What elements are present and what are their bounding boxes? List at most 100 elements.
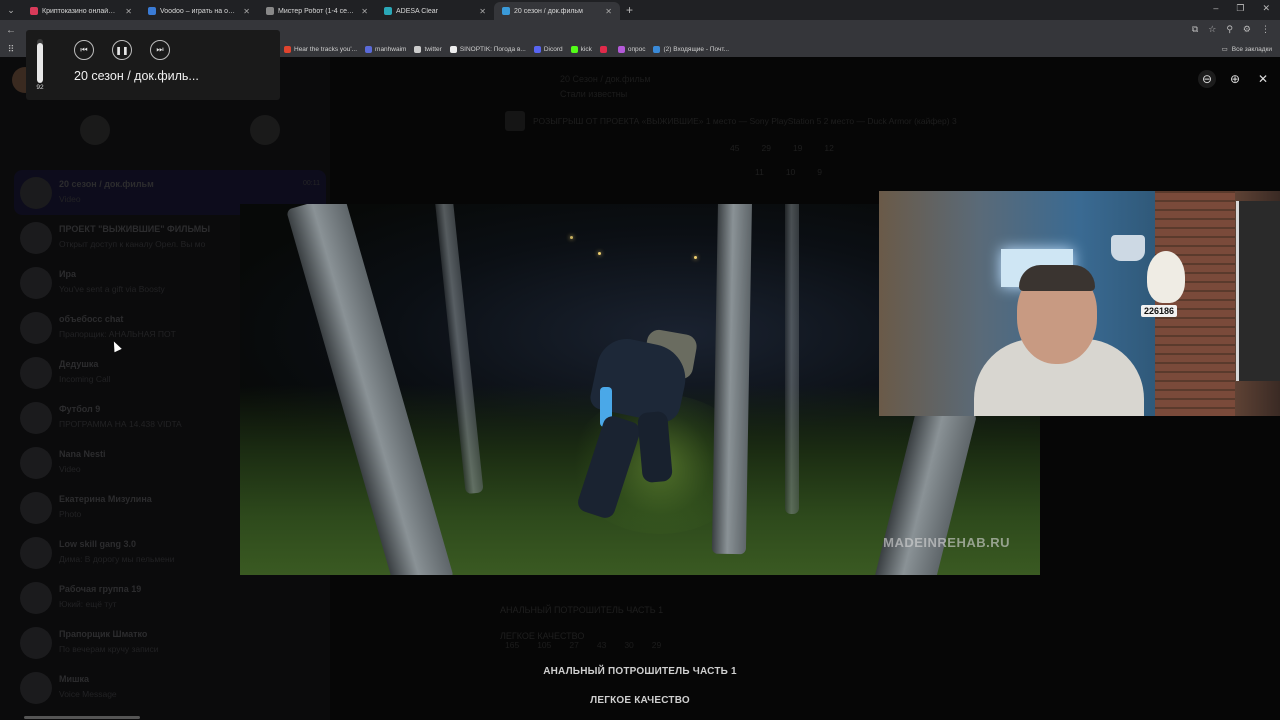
license-plate: 226186: [1141, 305, 1178, 317]
extensions-icon[interactable]: ⚲: [1226, 24, 1233, 35]
tab-close-icon[interactable]: ✕: [361, 7, 368, 16]
quick-contact[interactable]: [70, 115, 120, 149]
close-icon[interactable]: ✕: [1254, 70, 1272, 88]
browser-tab[interactable]: 20 сезон / док.фильм ✕: [494, 2, 620, 20]
reaction-count[interactable]: 29: [652, 640, 661, 650]
duck-toy: [1147, 251, 1185, 303]
bookmark-label: опрос: [627, 45, 646, 53]
bookmark-icon: [617, 45, 625, 53]
tab-favicon: [30, 7, 38, 15]
zoom-out-icon[interactable]: ⊖: [1198, 70, 1216, 88]
chat-preview: Прапорщик: АНАЛЬНАЯ ПОТ: [59, 329, 176, 339]
chat-list-item[interactable]: Рабочая группа 19 Юкий: ещё тут: [14, 575, 326, 620]
tab-close-icon[interactable]: ✕: [125, 7, 132, 16]
browser-tab[interactable]: Мистер Робот (1-4 сезон) смо ✕: [258, 2, 376, 20]
bookmark-item[interactable]: manhwaim: [365, 45, 406, 53]
brick-wall: [1155, 191, 1235, 416]
reaction-count[interactable]: 30: [624, 640, 633, 650]
reaction-count[interactable]: 9: [817, 167, 822, 177]
back-arrow-icon[interactable]: ←: [0, 25, 22, 36]
chat-preview: Дима: В дорогу мы пельмени: [59, 554, 175, 564]
bookmark-item[interactable]: [599, 45, 610, 53]
media-flyout: 92 ⏮ ❚❚ ⏭ 20 сезон / док.филь...: [26, 30, 280, 100]
minimize-button[interactable]: –: [1213, 3, 1218, 14]
chat-header: 20 Сезон / док.фильм Стали известны: [560, 72, 651, 102]
tab-search-icon[interactable]: ⌄: [0, 0, 22, 20]
chat-preview: Video: [59, 194, 81, 204]
reaction-count[interactable]: 27: [569, 640, 578, 650]
reaction-count[interactable]: 12: [824, 143, 833, 153]
reaction-count[interactable]: 29: [761, 143, 770, 153]
bookmark-label: (2) Входящие - Почт...: [663, 45, 730, 53]
bookmark-icon: [365, 45, 373, 53]
window-close-button[interactable]: ✕: [1262, 3, 1270, 14]
bookmark-icon: [449, 45, 457, 53]
bookmark-item[interactable]: twitter: [414, 45, 442, 53]
previous-track-icon[interactable]: ⏮: [74, 40, 94, 60]
bookmark-icon: [653, 45, 661, 53]
bookmark-icon: [414, 45, 422, 53]
bookmark-item[interactable]: опрос: [617, 45, 646, 53]
zoom-in-icon[interactable]: ⊕: [1226, 70, 1244, 88]
reaction-count[interactable]: 165: [505, 640, 519, 650]
tab-close-icon[interactable]: ✕: [243, 7, 250, 16]
quick-contacts: [70, 115, 290, 149]
volume-slider[interactable]: [37, 39, 43, 83]
reaction-count[interactable]: 45: [730, 143, 739, 153]
bookmark-item[interactable]: Dicord: [533, 45, 563, 53]
browser-menu-icon[interactable]: ⋮: [1261, 24, 1270, 35]
avatar: [20, 447, 52, 479]
quick-contact[interactable]: [240, 115, 290, 149]
chat-name: ПРОЕКТ "ВЫЖИВШИЕ" ФИЛЬМЫ: [59, 224, 211, 234]
chat-title: 20 Сезон / док.фильм: [560, 74, 651, 84]
restore-button[interactable]: ❐: [1236, 3, 1244, 14]
bookmark-label: kick: [580, 45, 592, 53]
tab-close-icon[interactable]: ✕: [479, 7, 486, 16]
media-caption-title: АНАЛЬНЫЙ ПОТРОШИТЕЛЬ ЧАСТЬ 1: [543, 666, 737, 677]
avatar: [20, 492, 52, 524]
next-track-icon[interactable]: ⏭: [150, 40, 170, 60]
browser-tab[interactable]: ADESA Clear ✕: [376, 2, 494, 20]
bookmark-item[interactable]: kick: [570, 45, 592, 53]
chat-name: Nana Nesti: [59, 449, 106, 459]
pause-icon[interactable]: ❚❚: [112, 40, 132, 60]
chat-subtitle: Стали известны: [560, 89, 628, 99]
avatar: [250, 115, 280, 145]
reaction-count[interactable]: 11: [755, 167, 764, 177]
chat-name: объебосс chat: [59, 314, 124, 324]
apps-grid-icon[interactable]: ⠿: [0, 44, 22, 55]
media-title: 20 сезон / док.филь...: [74, 69, 199, 83]
bookmark-item[interactable]: Hear the tracks you'...: [284, 45, 357, 53]
all-bookmarks-button[interactable]: ▭ Все закладки: [1222, 45, 1272, 54]
scrollbar[interactable]: [24, 716, 140, 719]
chat-preview: You've sent a gift via Boosty: [59, 284, 165, 294]
pinned-message[interactable]: РОЗЫГРЫШ ОТ ПРОЕКТА «ВЫЖИВШИЕ» 1 место —…: [505, 107, 1185, 135]
reaction-count[interactable]: 105: [537, 640, 551, 650]
tree-trunk: [711, 204, 753, 555]
bookmark-icon: [570, 45, 578, 53]
reaction-count[interactable]: 43: [597, 640, 606, 650]
cast-icon[interactable]: ⧉: [1192, 24, 1198, 35]
new-tab-button[interactable]: +: [626, 3, 633, 17]
bookmark-item[interactable]: (2) Входящие - Почт...: [653, 45, 730, 53]
bookmark-star-icon[interactable]: ☆: [1208, 24, 1216, 35]
chat-preview: Открыт доступ к каналу Орел. Вы мо: [59, 239, 206, 249]
chat-preview: ПРОГРАММА НА 14.438 VIDTA: [59, 419, 182, 429]
browser-tab[interactable]: Криптоказино онлайн VAVADA ✕: [22, 2, 140, 20]
volume-value: 92: [36, 84, 44, 91]
bookmark-icon: [284, 45, 291, 53]
reaction-count[interactable]: 10: [786, 167, 795, 177]
bookmark-item[interactable]: SINOPTIK: Погода в...: [449, 45, 526, 53]
city-light: [694, 256, 697, 259]
tab-title: Voodoo – играть на официаль: [160, 7, 236, 15]
browser-tab[interactable]: Voodoo – играть на официаль ✕: [140, 2, 258, 20]
volume-level: [37, 42, 43, 83]
chat-name: Low skill gang 3.0: [59, 539, 137, 549]
tab-close-icon[interactable]: ✕: [605, 7, 612, 16]
profile-icon[interactable]: ⚙: [1243, 24, 1251, 35]
reaction-count[interactable]: 19: [793, 143, 802, 153]
streamer-hair: [1019, 265, 1095, 291]
chat-list-item[interactable]: Прапорщик Шматко По вечерам кручу записи: [14, 620, 326, 665]
media-controls: ⏮ ❚❚ ⏭: [74, 40, 170, 60]
avatar: [20, 627, 52, 659]
